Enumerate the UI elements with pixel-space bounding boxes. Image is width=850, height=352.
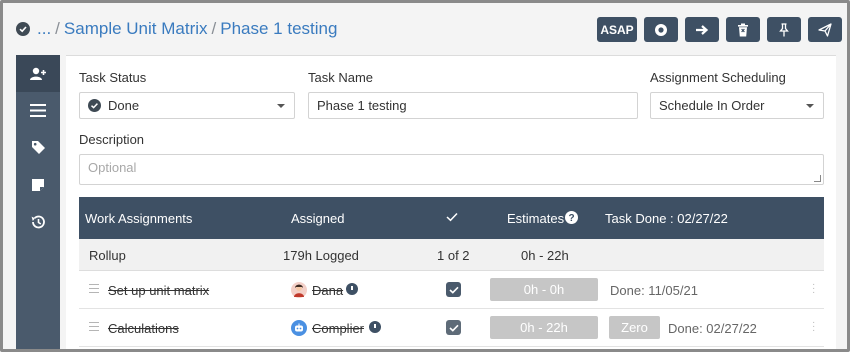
clock-icon[interactable]: [369, 321, 381, 333]
toolbar: ASAP: [597, 17, 842, 42]
zero-button[interactable]: Zero: [609, 316, 660, 339]
resize-handle-icon[interactable]: [814, 175, 821, 182]
header: ... / Sample Unit Matrix / Phase 1 testing A…: [3, 3, 847, 55]
rollup-count: 1 of 2: [437, 248, 470, 263]
description-label: Description: [79, 132, 145, 147]
done-date: Done: 02/27/22: [668, 321, 757, 336]
assignment-name[interactable]: Set up unit matrix: [108, 283, 209, 298]
list-icon: [30, 104, 46, 117]
breadcrumb: ... / Sample Unit Matrix / Phase 1 testing: [37, 19, 337, 39]
chevron-down-icon: [806, 104, 814, 108]
rollup-logged: 179h Logged: [283, 248, 359, 263]
arrow-right-icon: [696, 24, 709, 35]
assignee-name[interactable]: Complier: [312, 321, 364, 336]
note-icon: [32, 178, 44, 191]
assignment-scheduling-label: Assignment Scheduling: [650, 70, 786, 85]
task-name-label: Task Name: [308, 70, 374, 85]
breadcrumb-parent-link[interactable]: Sample Unit Matrix: [64, 19, 208, 38]
table-header: Work Assignments Assigned Estimates ? Ta…: [79, 197, 824, 239]
history-icon: [31, 215, 45, 228]
clock-icon[interactable]: [346, 283, 358, 295]
tag-icon: [31, 141, 45, 154]
table-row[interactable]: Set up unit matrix Dana 0h - 0h Done: 11…: [79, 271, 824, 309]
chevron-down-icon: [277, 104, 285, 108]
breadcrumb-separator: /: [211, 19, 217, 38]
delete-button[interactable]: [726, 17, 760, 42]
column-estimates[interactable]: Estimates: [507, 211, 564, 226]
move-button[interactable]: [685, 17, 719, 42]
sidebar-item-tags[interactable]: [16, 129, 60, 166]
drag-handle-icon[interactable]: [89, 322, 99, 334]
assignment-name[interactable]: Calculations: [108, 321, 179, 336]
task-status-select[interactable]: Done: [79, 92, 295, 119]
assignment-scheduling-select[interactable]: Schedule In Order: [650, 92, 824, 119]
breadcrumb-current: Phase 1 testing: [220, 19, 338, 38]
pin-button[interactable]: [767, 17, 801, 42]
checkmark-icon: [446, 210, 458, 225]
more-options-icon[interactable]: · · ·: [812, 318, 816, 336]
done-date: Done: 11/05/21: [610, 283, 698, 298]
completed-checkbox[interactable]: [446, 282, 461, 297]
description-placeholder: Optional: [88, 160, 137, 175]
more-options-icon[interactable]: · · ·: [812, 280, 816, 298]
sidebar-item-notes[interactable]: [16, 166, 60, 203]
column-assigned[interactable]: Assigned: [291, 211, 344, 226]
drag-handle-icon[interactable]: [89, 284, 99, 296]
breadcrumb-ellipsis[interactable]: ...: [37, 19, 51, 38]
sidebar-item-list[interactable]: [16, 92, 60, 129]
assignment-scheduling-value: Schedule In Order: [659, 98, 765, 113]
send-icon: [818, 22, 832, 37]
task-name-input[interactable]: Phase 1 testing: [308, 92, 638, 119]
send-button[interactable]: [808, 17, 842, 42]
status-check-icon[interactable]: [16, 22, 30, 36]
add-user-icon: [30, 67, 46, 80]
description-textarea[interactable]: Optional: [79, 154, 824, 185]
avatar: [291, 282, 307, 298]
rollup-row: Rollup 179h Logged 1 of 2 0h - 22h: [79, 239, 824, 271]
task-name-value: Phase 1 testing: [317, 98, 407, 113]
record-button[interactable]: [644, 17, 678, 42]
trash-icon: [738, 23, 748, 36]
record-icon: [655, 23, 667, 36]
sidebar-item-assign[interactable]: [16, 55, 60, 92]
task-status-label: Task Status: [79, 70, 147, 85]
estimate-field[interactable]: 0h - 0h: [490, 278, 598, 301]
sidebar-item-history[interactable]: [16, 203, 60, 240]
rollup-range: 0h - 22h: [521, 248, 569, 263]
help-icon[interactable]: ?: [565, 211, 578, 227]
column-work-assignments[interactable]: Work Assignments: [85, 211, 192, 226]
table-row[interactable]: Calculations Complier 0h - 22h Zero Done…: [79, 309, 824, 347]
task-panel: Task Status Done Task Name Phase 1 testi…: [66, 55, 836, 349]
sidebar: [16, 55, 60, 349]
completed-checkbox[interactable]: [446, 320, 461, 335]
rollup-label: Rollup: [89, 248, 126, 263]
robot-avatar-icon: [291, 320, 307, 336]
estimate-field[interactable]: 0h - 22h: [490, 316, 598, 339]
app-window: ... / Sample Unit Matrix / Phase 1 testing A…: [0, 0, 850, 352]
asap-button[interactable]: ASAP: [597, 17, 637, 42]
pin-icon: [779, 22, 789, 36]
check-circle-icon: [88, 99, 101, 112]
task-status-value: Done: [108, 98, 140, 113]
breadcrumb-separator: /: [55, 19, 60, 38]
assignee-name[interactable]: Dana: [312, 283, 343, 298]
svg-text:?: ?: [568, 213, 574, 224]
column-task-done: Task Done : 02/27/22: [605, 211, 728, 226]
